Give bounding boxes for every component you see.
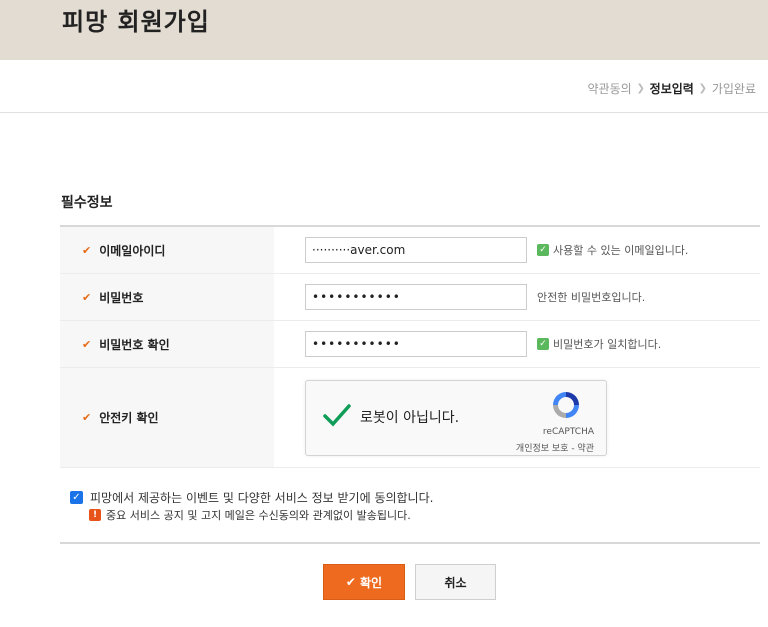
email-label: 이메일아이디 [99,243,166,258]
password-label: 비밀번호 [99,290,144,305]
success-check-icon: ✓ [537,244,549,256]
password-confirm-input[interactable] [305,331,527,357]
agree-notice: 중요 서비스 공지 및 고지 메일은 수신동의와 관계없이 발송됩니다. [106,509,411,522]
signup-steps: 약관동의 ❯ 정보입력 ❯ 가입완료 [585,80,758,97]
recaptcha-privacy-link[interactable]: 개인정보 보호 - 약관 [516,441,594,454]
step-complete: 가입완료 [711,82,756,96]
email-input[interactable] [305,237,527,263]
email-hint: ✓ 사용할 수 있는 이메일입니다. [537,242,688,258]
safety-key-label: 안전키 확인 [99,411,159,425]
page-header: 피망 회원가입 [0,0,768,60]
form-row-password: ✔ 비밀번호 안전한 비밀번호입니다. [60,274,760,321]
checkmark-icon[interactable] [322,403,352,429]
password-input[interactable] [305,284,527,310]
form-row-safety-key: ✔ 안전키 확인 로봇이 아닙니다. reCAPTCHA 개인정보 보호 - 약… [60,368,760,468]
chevron-right-icon: ❯ [636,83,645,94]
marketing-agree: ✓ 피망에서 제공하는 이벤트 및 다양한 서비스 정보 받기에 동의합니다. … [70,488,433,524]
recaptcha-widget[interactable]: 로봇이 아닙니다. reCAPTCHA 개인정보 보호 - 약관 [305,379,607,456]
required-check-icon: ✔ [82,337,92,351]
recaptcha-brand: reCAPTCHA [542,426,594,437]
page-title: 피망 회원가입 [62,8,210,36]
required-check-icon: ✔ [82,243,92,257]
success-check-icon: ✓ [537,338,549,350]
divider [60,542,760,544]
form-row-password-confirm: ✔ 비밀번호 확인 ✓ 비밀번호가 일치합니다. [60,321,760,368]
divider [0,112,768,113]
required-check-icon: ✔ [82,411,92,424]
confirm-button[interactable]: ✔ 확인 [323,564,405,600]
recaptcha-label: 로봇이 아닙니다. [360,409,460,426]
chevron-right-icon: ❯ [698,83,708,94]
password-confirm-label: 비밀번호 확인 [99,337,170,352]
recaptcha-logo-icon [553,391,579,418]
password-confirm-hint: ✓ 비밀번호가 일치합니다. [537,336,661,352]
check-icon: ✔ [345,575,356,589]
form-row-email: ✔ 이메일아이디 ✓ 사용할 수 있는 이메일입니다. [60,227,760,274]
agree-checkbox[interactable]: ✓ [70,490,83,504]
agree-label[interactable]: 피망에서 제공하는 이벤트 및 다양한 서비스 정보 받기에 동의합니다. [90,489,433,506]
password-hint: 안전한 비밀번호입니다. [537,291,646,304]
step-info: 정보입력 [649,82,694,96]
section-title: 필수정보 [61,195,113,211]
step-terms: 약관동의 [587,82,632,96]
cancel-button[interactable]: 취소 [415,564,496,600]
warning-icon: ! [89,509,101,521]
required-info-form: ✔ 이메일아이디 ✓ 사용할 수 있는 이메일입니다. ✔ 비밀번호 안전한 비… [60,225,760,468]
required-check-icon: ✔ [82,290,92,304]
